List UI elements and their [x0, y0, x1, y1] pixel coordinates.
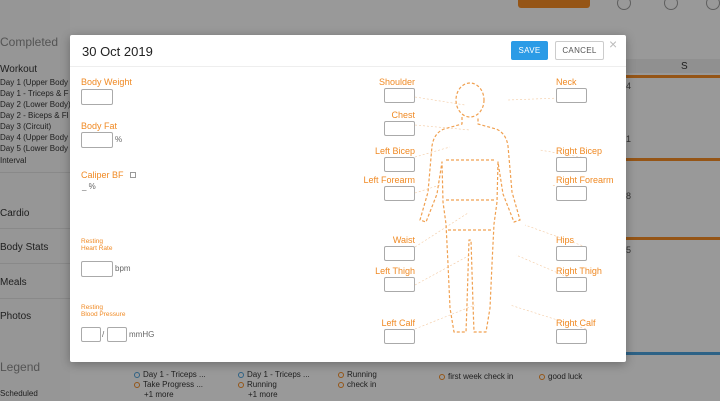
- systolic-input[interactable]: [81, 327, 101, 342]
- shoulder-input[interactable]: [384, 88, 415, 103]
- divider: [70, 66, 626, 67]
- body-fat-label: Body Fat: [81, 121, 118, 131]
- resting-heart-rate-label: Resting Heart Rate: [81, 238, 113, 252]
- bp-separator: /: [102, 330, 105, 339]
- caliper-bf-value: _ %: [82, 182, 96, 191]
- left-calf-label: Left Calf: [381, 318, 415, 328]
- right-calf-label: Right Calf: [556, 318, 596, 328]
- caliper-bf-label: Caliper BF: [81, 170, 124, 180]
- right-thigh-input[interactable]: [556, 277, 587, 292]
- waist-input[interactable]: [384, 246, 415, 261]
- hips-input[interactable]: [556, 246, 587, 261]
- waist-label: Waist: [392, 235, 415, 245]
- bp-unit: mmHG: [129, 330, 155, 339]
- right-forearm-input[interactable]: [556, 186, 587, 201]
- body-fat-unit: %: [115, 135, 123, 144]
- body-weight-label: Body Weight: [81, 77, 132, 87]
- body-fat-input[interactable]: [81, 132, 113, 148]
- right-forearm-label: Right Forearm: [556, 175, 614, 185]
- measurement-leader-lines: [414, 96, 587, 330]
- left-bicep-input[interactable]: [384, 157, 415, 172]
- neck-input[interactable]: [556, 88, 587, 103]
- close-icon[interactable]: ×: [609, 37, 617, 51]
- dialog-title: 30 Oct 2019: [82, 44, 153, 59]
- diastolic-input[interactable]: [107, 327, 127, 342]
- left-thigh-input[interactable]: [384, 277, 415, 292]
- body-silhouette: [419, 82, 521, 333]
- left-bicep-label: Left Bicep: [374, 146, 415, 156]
- chest-input[interactable]: [384, 121, 415, 136]
- left-forearm-input[interactable]: [384, 186, 415, 201]
- resting-heart-rate-input[interactable]: [81, 261, 113, 277]
- chest-label: Chest: [391, 110, 415, 120]
- left-calf-input[interactable]: [384, 329, 415, 344]
- right-bicep-label: Right Bicep: [556, 146, 603, 156]
- body-stats-dialog: 30 Oct 2019 SAVE CANCEL × Body Weight Bo…: [70, 35, 626, 362]
- cancel-button[interactable]: CANCEL: [555, 41, 604, 60]
- hips-label: Hips: [556, 235, 575, 245]
- left-thigh-label: Left Thigh: [375, 266, 415, 276]
- caliper-bf-checkbox[interactable]: [130, 172, 136, 178]
- right-thigh-label: Right Thigh: [556, 266, 602, 276]
- right-calf-input[interactable]: [556, 329, 587, 344]
- neck-label: Neck: [556, 77, 577, 87]
- body-weight-input[interactable]: [81, 89, 113, 105]
- shoulder-label: Shoulder: [378, 77, 415, 87]
- save-button[interactable]: SAVE: [511, 41, 548, 60]
- heart-rate-unit: bpm: [115, 264, 131, 273]
- resting-blood-pressure-label: Resting Blood Pressure: [81, 304, 126, 318]
- right-bicep-input[interactable]: [556, 157, 587, 172]
- left-forearm-label: Left Forearm: [363, 175, 415, 185]
